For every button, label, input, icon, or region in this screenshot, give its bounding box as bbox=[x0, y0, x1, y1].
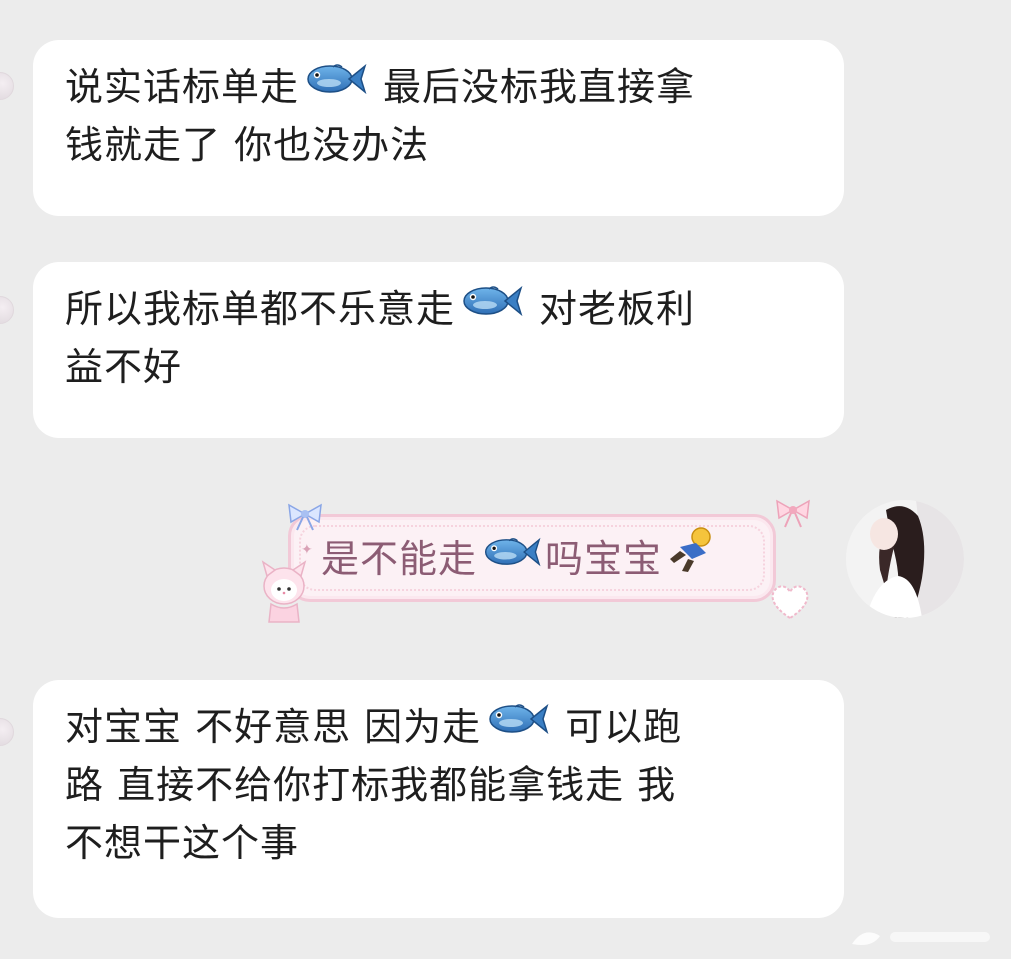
message-text: 益不好 bbox=[65, 345, 183, 389]
message-bubble-incoming[interactable]: 对宝宝 不好意思 因为走 可以跑 路 直接不给你打标我都能拿钱走 我 不想干这个… bbox=[33, 680, 844, 918]
message-line: 说实话标单走 最后没标我直接拿 bbox=[65, 58, 814, 116]
message-text: 吗宝宝 bbox=[545, 537, 663, 581]
heart-icon bbox=[767, 582, 813, 626]
message-text: 所以我标单都不乐意走 bbox=[65, 287, 456, 331]
message-text: 是不能走 bbox=[321, 537, 478, 581]
pink-bow-icon bbox=[773, 498, 813, 534]
message-text: 钱就走了 你也没办法 bbox=[65, 123, 430, 167]
blue-bow-icon bbox=[285, 502, 325, 536]
fish-icon bbox=[303, 57, 367, 115]
star-icon: ✦ bbox=[301, 542, 313, 558]
message-text: 对宝宝 不好意思 因为走 bbox=[65, 705, 482, 749]
message-bubble-incoming[interactable]: 说实话标单走 最后没标我直接拿 钱就走了 你也没办法 bbox=[33, 40, 844, 216]
character-sticker-icon bbox=[255, 560, 313, 630]
fish-icon bbox=[459, 279, 523, 337]
message-text: 不想干这个事 bbox=[65, 821, 300, 865]
message-line: 对宝宝 不好意思 因为走 可以跑 bbox=[65, 698, 814, 756]
fish-icon bbox=[485, 697, 549, 755]
message-outgoing-group: 是不能走 吗宝宝 ✦ bbox=[255, 496, 815, 626]
message-bubble-incoming[interactable]: 所以我标单都不乐意走 对老板利 益不好 bbox=[33, 262, 844, 438]
message-line: 所以我标单都不乐意走 对老板利 bbox=[65, 280, 814, 338]
message-bubble-outgoing[interactable]: 是不能走 吗宝宝 bbox=[288, 514, 776, 602]
running-person-icon bbox=[666, 525, 716, 590]
contact-avatar[interactable] bbox=[0, 72, 14, 100]
watermark-logo bbox=[842, 922, 1002, 952]
message-text: 说实话标单走 bbox=[65, 65, 300, 109]
my-avatar[interactable] bbox=[846, 500, 964, 618]
message-text: 对老板利 bbox=[539, 287, 696, 331]
message-text: 可以跑 bbox=[565, 705, 683, 749]
message-text: 最后没标我直接拿 bbox=[383, 65, 696, 109]
contact-avatar[interactable] bbox=[0, 718, 14, 746]
message-text: 路 直接不给你打标我都能拿钱走 我 bbox=[65, 763, 677, 807]
fish-icon bbox=[481, 530, 541, 586]
contact-avatar[interactable] bbox=[0, 296, 14, 324]
